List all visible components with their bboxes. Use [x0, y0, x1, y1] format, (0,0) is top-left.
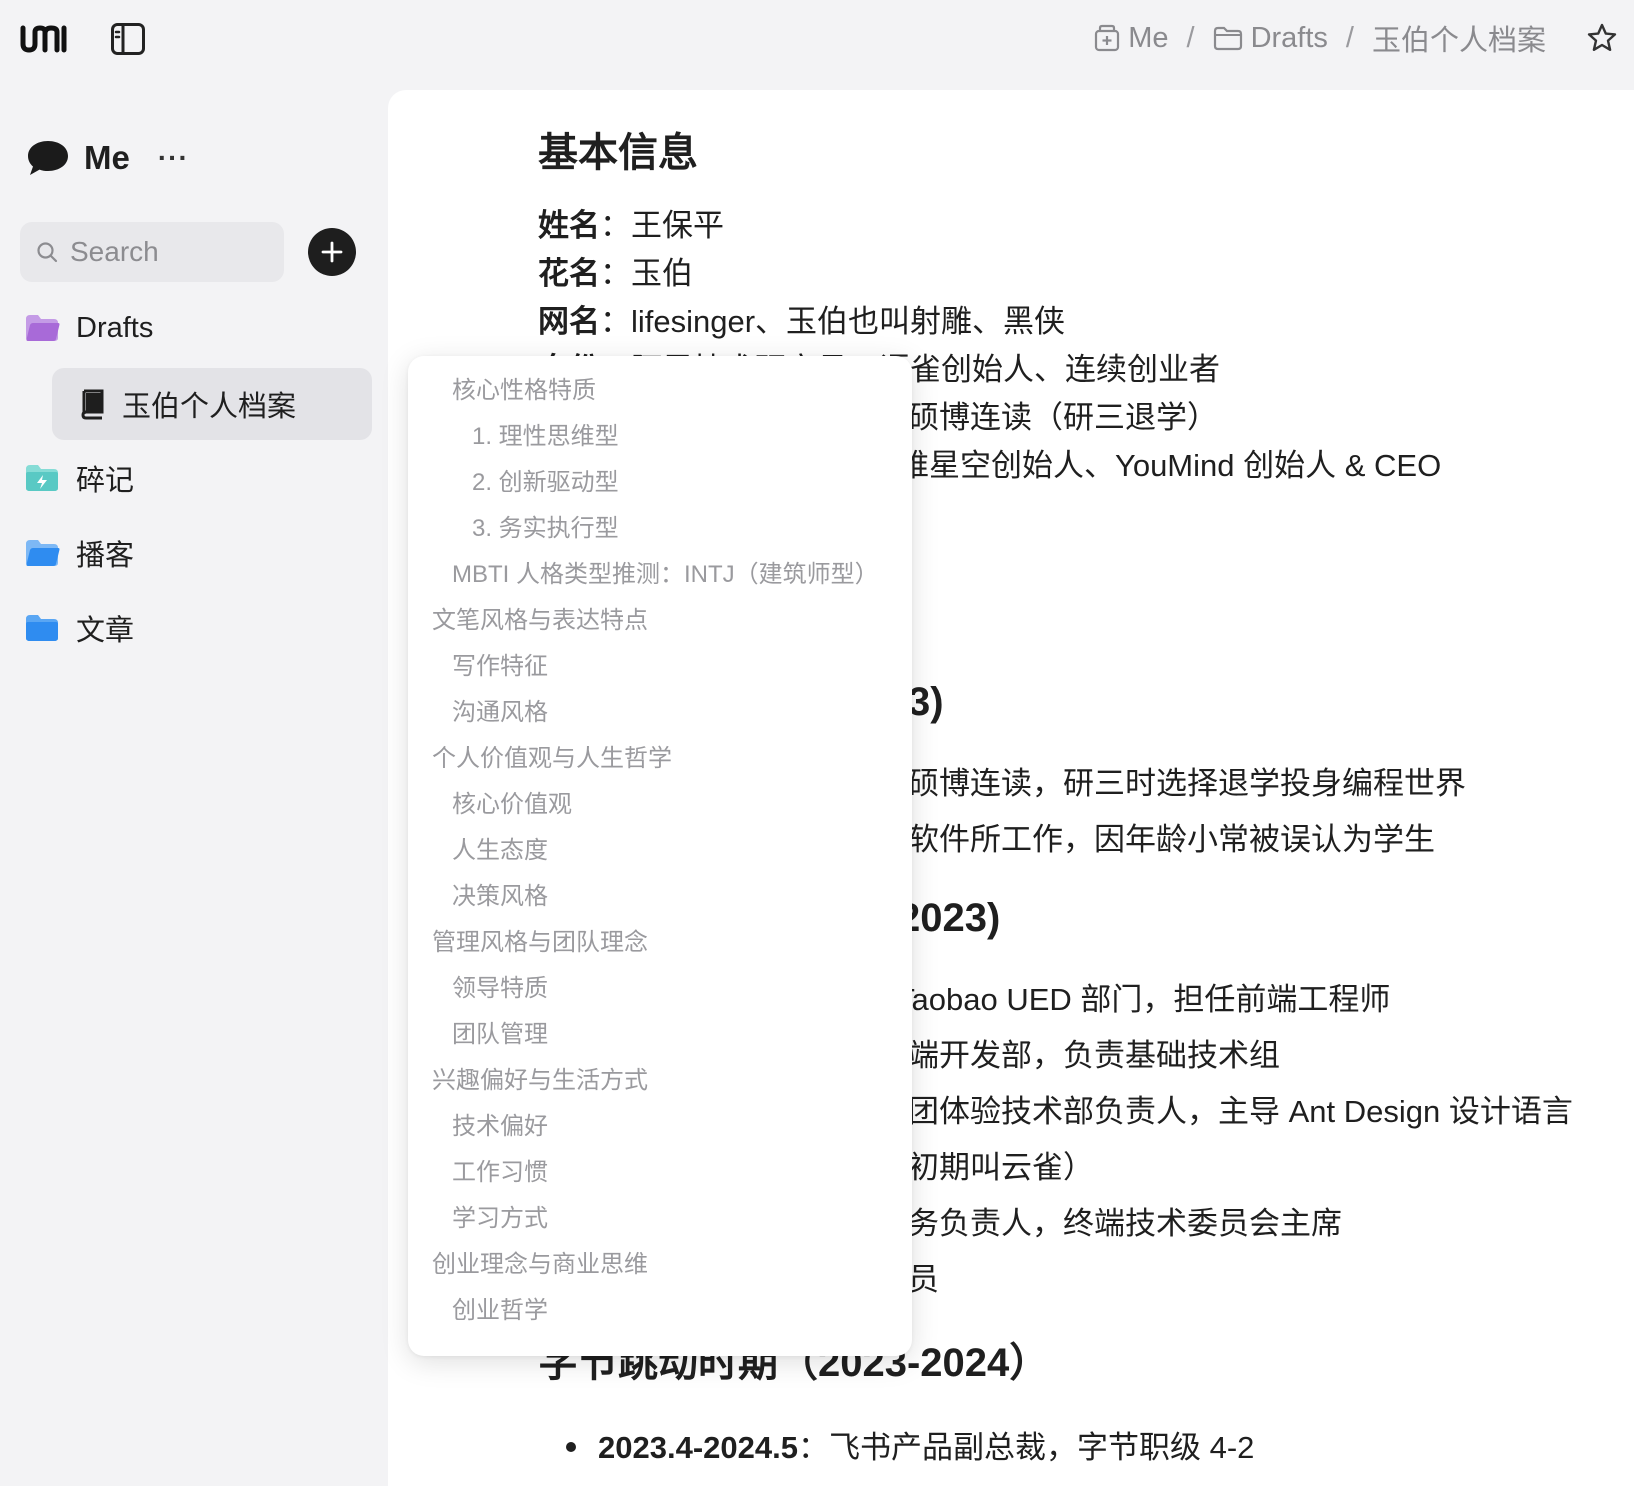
field-line: 花名：玉伯	[538, 248, 693, 293]
body-line: 软件所工作，因年龄小常被误认为学生	[908, 822, 1435, 857]
body-line: 端开发部，负责基础技术组	[908, 1038, 1280, 1073]
bullet-text: 飞书产品副总裁，字节职级 4-2	[828, 1430, 1255, 1465]
drafts-folder-icon	[26, 315, 60, 341]
body-line: 维星空创始人、YouMind 创始人 & CEO	[898, 448, 1442, 483]
outline-item[interactable]: 创业理念与商业思维	[432, 1244, 648, 1279]
top-bar: Me / Drafts / 玉伯个人档案	[0, 0, 1634, 80]
breadcrumb-folder[interactable]: Drafts	[1213, 22, 1328, 55]
bullet-item: 2023.4-2024.5：飞书产品副总裁，字节职级 4-2	[598, 1422, 1254, 1467]
outline-item[interactable]: 沟通风格	[452, 692, 548, 727]
chat-bubble-icon	[28, 141, 68, 175]
bullet-date: 2023.4-2024.5	[598, 1430, 798, 1465]
outline-item[interactable]: 1. 理性思维型	[472, 416, 619, 451]
search-input[interactable]: Search	[20, 222, 284, 282]
body-line: 团体验技术部负责人，主导 Ant Design 设计语言	[908, 1094, 1573, 1129]
outline-item[interactable]: 决策风格	[452, 876, 548, 911]
outline-item[interactable]: 学习方式	[452, 1198, 548, 1233]
more-icon[interactable]: ···	[158, 142, 189, 174]
outline-item[interactable]: 个人价值观与人生哲学	[432, 738, 672, 773]
sidebar: Me ··· Search Drafts 玉伯个人档案 碎记 播客 文章	[0, 80, 388, 1486]
outline-item[interactable]: 创业哲学	[452, 1290, 548, 1325]
sidebar-item-label: 文章	[76, 615, 135, 647]
breadcrumb-page[interactable]: 玉伯个人档案	[1372, 17, 1546, 59]
outline-item[interactable]: 3. 务实执行型	[472, 508, 619, 543]
outline-item[interactable]: 人生态度	[452, 830, 548, 865]
sidebar-item-notes[interactable]: 碎记	[24, 448, 134, 508]
field-sep: ：	[600, 208, 631, 243]
outline-item[interactable]: 核心性格特质	[452, 370, 596, 405]
space-header[interactable]: Me ···	[26, 134, 189, 182]
outline-item[interactable]: 核心价值观	[452, 784, 572, 819]
outline-item[interactable]: 技术偏好	[452, 1106, 548, 1141]
bullet-sep: ：	[797, 1430, 829, 1465]
sidebar-item-label: Drafts	[76, 311, 154, 344]
breadcrumb-separator: /	[1186, 21, 1195, 54]
sidebar-toggle-icon[interactable]	[110, 22, 146, 56]
breadcrumb-space[interactable]: Me	[1094, 21, 1169, 55]
app-logo-icon[interactable]	[20, 22, 72, 54]
sidebar-item-label: 播客	[76, 540, 135, 572]
field-value: lifesinger、玉伯也叫射雕、黑侠	[631, 304, 1066, 339]
field-sep: ：	[600, 304, 631, 339]
field-key: 网名	[538, 304, 600, 339]
body-line: 务负责人，终端技术委员会主席	[908, 1206, 1342, 1241]
heading-basic-info: 基本信息	[538, 131, 698, 175]
folder-outline-icon	[1213, 26, 1242, 51]
outline-item[interactable]: 写作特征	[452, 646, 548, 681]
articles-folder-icon	[26, 615, 58, 641]
field-sep: ：	[600, 256, 631, 291]
field-value: 玉伯	[631, 256, 693, 291]
breadcrumb-page-label: 玉伯个人档案	[1371, 25, 1546, 57]
search-icon	[37, 242, 58, 263]
outline-item[interactable]: 兴趣偏好与生活方式	[432, 1060, 648, 1095]
heading-section: 3)	[908, 680, 944, 724]
field-line: 网名：lifesinger、玉伯也叫射雕、黑侠	[538, 296, 1065, 341]
bullet-dot	[566, 1442, 576, 1452]
body-line: 硕博连读（研三退学）	[908, 400, 1218, 435]
space-box-icon	[1095, 24, 1120, 52]
body-line: Taobao UED 部门，担任前端工程师	[896, 982, 1391, 1017]
sidebar-item-yubo-profile[interactable]: 玉伯个人档案	[52, 368, 372, 440]
sidebar-item-label: 碎记	[76, 465, 135, 497]
outline-item[interactable]: 管理风格与团队理念	[432, 922, 648, 957]
field-line: 姓名：王保平	[538, 200, 724, 245]
outline-item[interactable]: 团队管理	[452, 1014, 548, 1049]
outline-popover: 核心性格特质 1. 理性思维型 2. 创新驱动型 3. 务实执行型 MBTI 人…	[408, 356, 912, 1356]
sidebar-item-drafts[interactable]: Drafts	[24, 298, 153, 358]
breadcrumb: Me / Drafts / 玉伯个人档案	[1094, 18, 1546, 58]
field-key: 姓名	[538, 208, 600, 243]
search-placeholder: Search	[70, 236, 159, 267]
sidebar-item-label: 玉伯个人档案	[122, 391, 297, 423]
sidebar-item-podcast[interactable]: 播客	[24, 523, 134, 583]
notes-folder-icon	[26, 465, 58, 491]
star-icon[interactable]	[1586, 22, 1618, 54]
body-line: 硕博连读，研三时选择退学投身编程世界	[908, 766, 1466, 801]
outline-item[interactable]: 2. 创新驱动型	[472, 462, 619, 497]
heading-section: 2023)	[898, 896, 1001, 940]
note-document-icon	[81, 389, 104, 420]
outline-item[interactable]: 领导特质	[452, 968, 548, 1003]
sidebar-item-articles[interactable]: 文章	[24, 598, 134, 658]
breadcrumb-separator: /	[1345, 21, 1354, 54]
field-value: 王保平	[631, 208, 724, 243]
breadcrumb-folder-label: Drafts	[1250, 21, 1328, 54]
outline-item[interactable]: MBTI 人格类型推测：INTJ（建筑师型）	[452, 554, 879, 589]
body-line: 员	[908, 1262, 939, 1297]
space-name: Me	[84, 139, 130, 176]
add-button[interactable]	[308, 228, 356, 276]
breadcrumb-space-label: Me	[1128, 21, 1169, 54]
podcast-folder-icon	[26, 540, 60, 566]
outline-item[interactable]: 文笔风格与表达特点	[432, 600, 648, 635]
plus-icon	[321, 241, 343, 263]
body-line: 初期叫云雀）	[908, 1150, 1094, 1185]
outline-item[interactable]: 工作习惯	[452, 1152, 548, 1187]
field-key: 花名	[538, 256, 600, 291]
